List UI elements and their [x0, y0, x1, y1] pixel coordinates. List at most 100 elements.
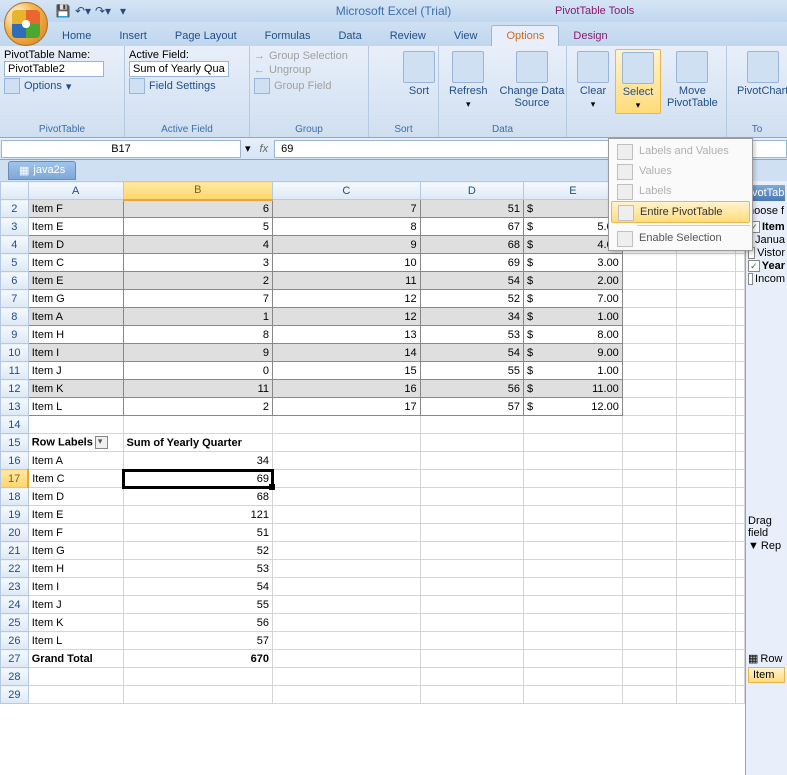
cell-E13[interactable]: $12.00 — [524, 398, 623, 416]
cell-E21[interactable] — [524, 542, 623, 560]
cell-G18[interactable] — [676, 488, 735, 506]
cell[interactable] — [736, 650, 745, 668]
cell[interactable] — [622, 650, 676, 668]
cell-B2[interactable]: 6 — [123, 200, 272, 218]
cell-B6[interactable]: 2 — [123, 272, 272, 290]
cell-G9[interactable] — [676, 326, 735, 344]
refresh-button[interactable]: Refresh▾ — [443, 49, 494, 112]
cell-F12[interactable] — [622, 380, 676, 398]
tab-design[interactable]: Design — [559, 26, 621, 46]
menu-entire-pivottable[interactable]: Entire PivotTable — [611, 201, 750, 223]
cell-A7[interactable]: Item G — [28, 290, 123, 308]
row-header-27[interactable]: 27 — [1, 650, 29, 668]
cell-D21[interactable] — [420, 542, 523, 560]
cell[interactable] — [622, 686, 676, 704]
cell[interactable]: 670 — [123, 650, 272, 668]
sort-az-icon[interactable] — [373, 49, 393, 69]
cell-F10[interactable] — [622, 344, 676, 362]
row-header-11[interactable]: 11 — [1, 362, 29, 380]
row-header-2[interactable]: 2 — [1, 200, 29, 218]
row-header-10[interactable]: 10 — [1, 344, 29, 362]
cell-B17[interactable]: 69 — [123, 470, 272, 488]
cell-D13[interactable]: 57 — [420, 398, 523, 416]
group-selection-button[interactable]: →Group Selection — [254, 49, 364, 63]
cell-E16[interactable] — [524, 452, 623, 470]
sort-button[interactable]: Sort — [397, 49, 441, 99]
cell-F17[interactable] — [622, 470, 676, 488]
cell[interactable] — [736, 686, 745, 704]
cell[interactable] — [28, 416, 123, 434]
cell-A8[interactable]: Item A — [28, 308, 123, 326]
cell-B23[interactable]: 54 — [123, 578, 272, 596]
cell-C17[interactable] — [273, 470, 421, 488]
cell-C10[interactable]: 14 — [273, 344, 421, 362]
cell-H6[interactable] — [736, 272, 745, 290]
cell[interactable] — [676, 668, 735, 686]
cell-B20[interactable]: 51 — [123, 524, 272, 542]
cell-H8[interactable] — [736, 308, 745, 326]
cell-G24[interactable] — [676, 596, 735, 614]
cell[interactable] — [676, 650, 735, 668]
cell-H5[interactable] — [736, 254, 745, 272]
cell-E19[interactable] — [524, 506, 623, 524]
field-incom[interactable]: Incom — [748, 273, 785, 285]
cell-H19[interactable] — [736, 506, 745, 524]
field-janua[interactable]: Janua — [748, 234, 785, 246]
row-header-28[interactable]: 28 — [1, 668, 29, 686]
cell[interactable] — [420, 650, 523, 668]
cell-B24[interactable]: 55 — [123, 596, 272, 614]
cell-B18[interactable]: 68 — [123, 488, 272, 506]
cell[interactable]: Row Labels — [28, 434, 123, 452]
cell-G7[interactable] — [676, 290, 735, 308]
cell-G10[interactable] — [676, 344, 735, 362]
cell-D5[interactable]: 69 — [420, 254, 523, 272]
cell[interactable] — [123, 668, 272, 686]
cell-G16[interactable] — [676, 452, 735, 470]
options-button[interactable]: Options ▾ — [4, 77, 120, 95]
cell-C13[interactable]: 17 — [273, 398, 421, 416]
cell[interactable] — [273, 668, 421, 686]
cell-B11[interactable]: 0 — [123, 362, 272, 380]
tab-data[interactable]: Data — [324, 26, 375, 46]
cell-F6[interactable] — [622, 272, 676, 290]
column-header-A[interactable]: A — [28, 182, 123, 200]
cell-C12[interactable]: 16 — [273, 380, 421, 398]
cell-E9[interactable]: $8.00 — [524, 326, 623, 344]
cell-H25[interactable] — [736, 614, 745, 632]
row-header-24[interactable]: 24 — [1, 596, 29, 614]
cell-H13[interactable] — [736, 398, 745, 416]
cell[interactable] — [273, 686, 421, 704]
cell-F16[interactable] — [622, 452, 676, 470]
row-header-16[interactable]: 16 — [1, 452, 29, 470]
cell-H12[interactable] — [736, 380, 745, 398]
cell-E12[interactable]: $11.00 — [524, 380, 623, 398]
cell-A13[interactable]: Item L — [28, 398, 123, 416]
cell-H22[interactable] — [736, 560, 745, 578]
cell[interactable] — [524, 416, 623, 434]
cell-E6[interactable]: $2.00 — [524, 272, 623, 290]
cell[interactable] — [28, 668, 123, 686]
cell-B5[interactable]: 3 — [123, 254, 272, 272]
cell-D9[interactable]: 53 — [420, 326, 523, 344]
redo-icon[interactable]: ↷▾ — [94, 2, 112, 20]
menu-labels[interactable]: Labels — [611, 181, 750, 201]
column-header-B[interactable]: B — [123, 182, 272, 200]
cell-G26[interactable] — [676, 632, 735, 650]
cell-A26[interactable]: Item L — [28, 632, 123, 650]
cell-C25[interactable] — [273, 614, 421, 632]
cell-G25[interactable] — [676, 614, 735, 632]
tab-options[interactable]: Options — [491, 25, 559, 46]
cell-C7[interactable]: 12 — [273, 290, 421, 308]
cell-A6[interactable]: Item E — [28, 272, 123, 290]
cell-H10[interactable] — [736, 344, 745, 362]
cell-F7[interactable] — [622, 290, 676, 308]
cell-B3[interactable]: 5 — [123, 218, 272, 236]
cell[interactable] — [273, 434, 421, 452]
group-field-button[interactable]: Group Field — [254, 77, 364, 95]
cell[interactable] — [524, 668, 623, 686]
cell-E11[interactable]: $1.00 — [524, 362, 623, 380]
cell[interactable] — [524, 686, 623, 704]
cell-A11[interactable]: Item J — [28, 362, 123, 380]
select-button[interactable]: Select▾ — [615, 49, 661, 114]
cell[interactable] — [676, 686, 735, 704]
